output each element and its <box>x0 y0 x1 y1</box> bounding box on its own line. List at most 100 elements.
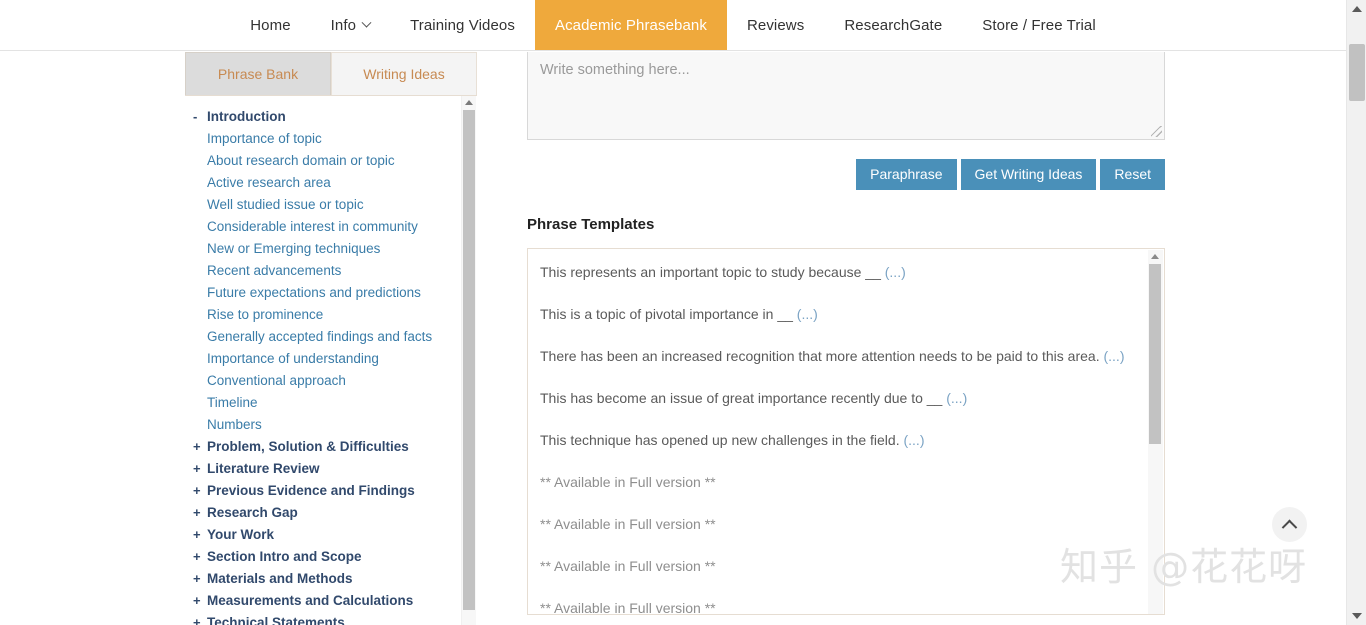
expand-icon[interactable]: + <box>193 436 207 458</box>
sidebar-item-new-or-emerging-techniques[interactable]: New or Emerging techniques <box>193 238 477 260</box>
phrase-locked-item: ** Available in Full version ** <box>540 557 1146 576</box>
sidebar-item-future-expectations-and-predictions[interactable]: Future expectations and predictions <box>193 282 477 304</box>
sidebar-item-problem-solution-difficulties[interactable]: + Problem, Solution & Difficulties <box>193 436 477 458</box>
phrase-locked-item: ** Available in Full version ** <box>540 515 1146 534</box>
sidebar-tree: - Introduction Importance of topic About re… <box>185 96 477 625</box>
nav-item-store-free-trial[interactable]: Store / Free Trial <box>962 0 1116 50</box>
nav-item-label: Reviews <box>746 16 805 34</box>
sidebar-item-label: Importance of understanding <box>207 351 379 366</box>
phrase-scroll-up-arrow-icon[interactable] <box>1151 254 1159 259</box>
get-writing-ideas-button[interactable]: Get Writing Ideas <box>960 159 1097 190</box>
nav-item-label: Info <box>330 16 357 34</box>
page-title: Phrase Templates <box>527 216 655 233</box>
paraphrase-button[interactable]: Paraphrase <box>856 159 957 190</box>
tab-writing-ideas-label: Writing Ideas <box>363 66 445 82</box>
expand-icon[interactable]: + <box>193 524 207 546</box>
phrase-expand-link[interactable]: (...) <box>946 390 967 406</box>
sidebar-tree-container: - Introduction Importance of topic About re… <box>185 95 477 625</box>
expand-icon[interactable]: + <box>193 568 207 590</box>
sidebar-item-previous-evidence-and-findings[interactable]: + Previous Evidence and Findings <box>193 480 477 502</box>
expand-icon[interactable]: + <box>193 612 207 625</box>
sidebar-item-label: About research domain or topic <box>207 153 395 168</box>
phrase-box-scrollbar-thumb[interactable] <box>1149 264 1161 444</box>
nav-item-label: Academic Phrasebank <box>554 16 707 34</box>
collapse-icon[interactable]: - <box>193 106 207 128</box>
sidebar-item-importance-of-understanding[interactable]: Importance of understanding <box>193 348 477 370</box>
phrase-expand-link[interactable]: (...) <box>903 432 924 448</box>
sidebar-item-label: Previous Evidence and Findings <box>207 483 415 498</box>
nav-item-label: ResearchGate <box>844 16 943 34</box>
nav-item-info[interactable]: Info <box>311 0 390 50</box>
sidebar-item-importance-of-topic[interactable]: Importance of topic <box>193 128 477 150</box>
browser-scrollbar[interactable] <box>1346 0 1366 625</box>
sidebar-item-label: Active research area <box>207 175 331 190</box>
expand-icon[interactable]: + <box>193 546 207 568</box>
sidebar-item-introduction[interactable]: - Introduction <box>193 106 477 128</box>
compose-textarea[interactable]: Write something here... <box>527 52 1165 140</box>
phrase-expand-link[interactable]: (...) <box>797 306 818 322</box>
scroll-to-top-button[interactable] <box>1272 507 1307 542</box>
scroll-up-arrow-icon[interactable] <box>465 100 473 105</box>
tab-phrase-bank-label: Phrase Bank <box>217 66 299 82</box>
sidebar-item-materials-and-methods[interactable]: + Materials and Methods <box>193 568 477 590</box>
expand-icon[interactable]: + <box>193 458 207 480</box>
phrase-expand-link[interactable]: (...) <box>1103 348 1124 364</box>
nav-item-label: Training Videos <box>410 16 515 34</box>
nav-item-reviews[interactable]: Reviews <box>727 0 824 50</box>
phrase-text: ** Available in Full version ** <box>540 558 716 574</box>
browser-scroll-down-arrow-icon[interactable] <box>1352 613 1362 619</box>
sidebar-item-label: Importance of topic <box>207 131 322 146</box>
sidebar-item-timeline[interactable]: Timeline <box>193 392 477 414</box>
phrase-item[interactable]: There has been an increased recognition … <box>540 347 1146 366</box>
phrase-locked-item: ** Available in Full version ** <box>540 599 1146 614</box>
sidebar-scrollbar-thumb[interactable] <box>463 110 475 610</box>
sidebar-item-section-intro-and-scope[interactable]: + Section Intro and Scope <box>193 546 477 568</box>
sidebar-item-measurements-and-calculations[interactable]: + Measurements and Calculations <box>193 590 477 612</box>
top-navigation-bar: Home Info Training Videos Academic Phraseba… <box>0 0 1346 51</box>
phrase-item[interactable]: This is a topic of pivotal importance in… <box>540 305 1146 324</box>
tab-writing-ideas[interactable]: Writing Ideas <box>331 52 477 95</box>
sidebar-tabs: Phrase Bank Writing Ideas <box>185 52 477 95</box>
sidebar-item-considerable-interest-in-community[interactable]: Considerable interest in community <box>193 216 477 238</box>
sidebar-item-literature-review[interactable]: + Literature Review <box>193 458 477 480</box>
action-buttons-row: Paraphrase Get Writing Ideas Reset <box>527 159 1165 190</box>
nav-item-training-videos[interactable]: Training Videos <box>390 0 535 50</box>
phrase-item[interactable]: This represents an important topic to st… <box>540 263 1146 282</box>
expand-icon[interactable]: + <box>193 480 207 502</box>
sidebar-item-research-gap[interactable]: + Research Gap <box>193 502 477 524</box>
phrase-item[interactable]: This technique has opened up new challen… <box>540 431 1146 450</box>
phrase-text: There has been an increased recognition … <box>540 348 1100 364</box>
phrase-text: This is a topic of pivotal importance in… <box>540 306 793 322</box>
sidebar-item-technical-statements[interactable]: + Technical Statements <box>193 612 477 625</box>
sidebar-item-numbers[interactable]: Numbers <box>193 414 477 436</box>
sidebar-item-active-research-area[interactable]: Active research area <box>193 172 477 194</box>
expand-icon[interactable]: + <box>193 502 207 524</box>
textarea-resize-grip[interactable] <box>1151 126 1162 137</box>
phrase-text: This has become an issue of great import… <box>540 390 943 406</box>
sidebar-item-generally-accepted-findings-and-facts[interactable]: Generally accepted findings and facts <box>193 326 477 348</box>
sidebar-item-your-work[interactable]: + Your Work <box>193 524 477 546</box>
phrase-item[interactable]: This has become an issue of great import… <box>540 389 1146 408</box>
browser-scrollbar-thumb[interactable] <box>1349 44 1365 101</box>
nav-item-label: Home <box>250 16 291 34</box>
sidebar-item-about-research-domain-or-topic[interactable]: About research domain or topic <box>193 150 477 172</box>
sidebar-item-recent-advancements[interactable]: Recent advancements <box>193 260 477 282</box>
sidebar-item-rise-to-prominence[interactable]: Rise to prominence <box>193 304 477 326</box>
browser-scroll-up-arrow-icon[interactable] <box>1352 6 1362 12</box>
sidebar-item-well-studied-issue-or-topic[interactable]: Well studied issue or topic <box>193 194 477 216</box>
sidebar-item-conventional-approach[interactable]: Conventional approach <box>193 370 477 392</box>
sidebar-item-label: Recent advancements <box>207 263 342 278</box>
nav-item-researchgate[interactable]: ResearchGate <box>824 0 962 50</box>
tab-phrase-bank[interactable]: Phrase Bank <box>185 52 331 95</box>
sidebar-item-label: Your Work <box>207 527 275 542</box>
sidebar-item-label: Timeline <box>207 395 258 410</box>
sidebar-item-label: Measurements and Calculations <box>207 593 414 608</box>
nav-item-home[interactable]: Home <box>230 0 310 50</box>
sidebar-scrollbar[interactable] <box>461 96 476 625</box>
sidebar: Phrase Bank Writing Ideas - Introduction I… <box>185 52 477 625</box>
reset-button[interactable]: Reset <box>1100 159 1165 190</box>
phrase-expand-link[interactable]: (...) <box>885 264 906 280</box>
nav-item-academic-phrasebank[interactable]: Academic Phrasebank <box>534 0 727 50</box>
expand-icon[interactable]: + <box>193 590 207 612</box>
sidebar-item-label: Problem, Solution & Difficulties <box>207 439 409 454</box>
